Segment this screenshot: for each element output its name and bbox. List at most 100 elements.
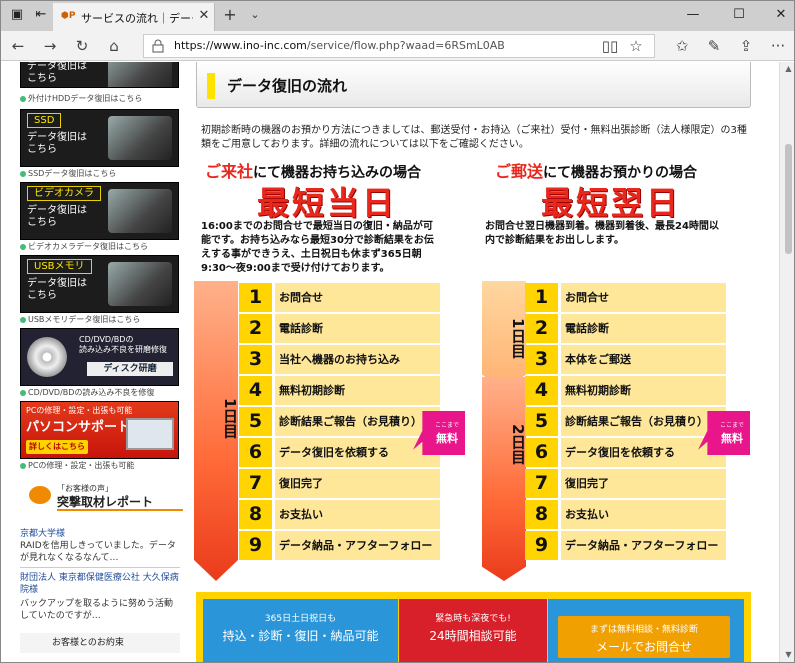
left-big: 最短当日 [257,184,398,222]
step-number: 7 [525,469,558,498]
back-icon[interactable]: ← [7,36,29,56]
caption-ssd[interactable]: SSDデータ復旧はこちら [20,168,116,179]
scroll-down-icon[interactable]: ▼ [783,650,794,659]
free-badge-big: 無料 [721,432,743,445]
step-label: 本体をご郵送 [561,345,726,374]
contact-mail-main: メールでお問合せ [595,640,692,654]
hdd-image [108,62,172,87]
free-badge-small: ここまで [719,422,744,429]
tab-bar: ▣ ⇤ ⬢P サービスの流れ｜データ復旧 ✕ + ⌄ — ☐ ✕ [1,1,794,31]
step-label: 復旧完了 [275,469,440,498]
caption-usb[interactable]: USBメモリデータ復旧はこちら [20,314,140,325]
right-desc: お問合せ翌日機器到着。機器到着後、最長24時間以内で診断結果をお出しします。 [485,221,719,246]
more-menu-icon[interactable]: ··· [767,36,789,56]
banner-disc-polish[interactable]: CD/DVD/BDの 読み込み不良を研磨修復 ディスク研磨 [20,328,179,386]
step-number: 9 [525,531,558,560]
contact-box-mail[interactable]: まずは無料相談・無料診断 メールでお問合せ [548,599,744,662]
banner-ssd[interactable]: SSD データ復旧は こちら [20,109,179,167]
contact-phone-top: 緊急時も深夜でも! [435,614,511,624]
step-label: 無料初期診断 [561,376,726,405]
new-tab-icon[interactable]: + [221,6,239,24]
step-label: データ復旧を依頼する [275,438,440,467]
url-text: https://www.ino-inc.com/service/flow.php… [174,39,505,52]
section-title: データ復旧の流れ [227,77,348,95]
free-badge-small: ここまで [434,422,459,429]
step-number: 5 [525,407,558,436]
contact-mail-top: まずは無料相談・無料診断 [589,625,698,635]
scrollbar-thumb[interactable] [785,144,792,254]
forward-icon[interactable]: → [39,36,61,56]
minimize-icon[interactable]: — [681,5,705,25]
share-icon[interactable]: ⇪ [735,36,757,56]
reading-view-icon[interactable]: ▯▯ [599,36,621,56]
disc-icon [27,337,67,377]
left-day-label: 1日目 [221,397,239,439]
report-1-name[interactable]: 京都大学様 [20,528,180,540]
maximize-icon[interactable]: ☐ [727,5,751,25]
free-badge-big: 無料 [436,432,458,445]
web-note-icon[interactable]: ✎ [703,36,725,56]
report-underline [57,509,183,511]
banner-usb[interactable]: USBメモリ データ復旧は こちら [20,255,179,313]
browser-window: ▣ ⇤ ⬢P サービスの流れ｜データ復旧 ✕ + ⌄ — ☐ ✕ ← → ↻ ⌂… [0,0,795,663]
banner-pc-title: パソコンサポート [26,420,131,435]
banner-hdd[interactable]: データ復旧は こちら [20,62,179,88]
title-accent-bar [207,73,215,99]
page-viewport: データ復旧は こちら 外付けHDDデータ復旧はこちら SSD データ復旧は こち… [1,62,779,662]
caption-hdd[interactable]: 外付けHDDデータ復旧はこちら [20,93,142,104]
step-label: お問合せ [561,283,726,312]
contact-visit-main: 持込・診断・復旧・納品可能 [222,629,379,643]
step-label: 当社へ機器のお持ち込み [275,345,440,374]
home-icon[interactable]: ⌂ [103,36,125,56]
tab-active[interactable]: ⬢P サービスの流れ｜データ復旧 ✕ [53,3,215,31]
promise-heading: お客様とのお約束 [20,633,180,653]
step-label: 電話診断 [275,314,440,343]
tab-close-icon[interactable]: ✕ [197,8,211,24]
laptop-image [126,418,174,450]
step-number: 8 [525,500,558,529]
right-day2-arrow [482,377,526,581]
caption-pc[interactable]: PCの修理・設定・出張も可能 [20,460,134,471]
mail-contact-button[interactable]: まずは無料相談・無料診断 メールでお問合せ [558,616,730,658]
banner-pc-small: PCの修理・設定・出張も可能 [26,406,133,415]
favorite-star-icon[interactable]: ☆ [625,36,647,56]
contact-box-visit[interactable]: 365日土日祝日も 持込・診断・復旧・納品可能 [203,599,398,662]
right-big: 最短翌日 [541,184,682,222]
banner-videocamera[interactable]: ビデオカメラ データ復旧は こちら [20,182,179,240]
banner-videocamera-sub: データ復旧は こちら [27,205,87,228]
left-desc: 16:00までのお問合せで最短当日の復旧・納品が可能です。お持ち込みなら最短30… [201,221,434,274]
favorites-hub-icon[interactable]: ✩ [671,36,693,56]
step-number: 6 [525,438,558,467]
step-number: 4 [239,376,272,405]
scroll-up-icon[interactable]: ▲ [783,64,794,73]
tab-preview-chevron-icon[interactable]: ⌄ [247,7,263,23]
step-label: お支払い [561,500,726,529]
right-heading-red: ご郵送 [495,162,544,181]
banner-ssd-header: SSD [27,113,62,128]
step-label: データ納品・アフターフォロー [561,531,726,560]
step-label: 診断結果ご報告（お見積り） [275,407,440,436]
report-2-text: バックアップを取るように努めう活動していたのですが… [20,599,174,621]
banner-pc-button: 詳しくはこちら [26,440,88,454]
contact-phone-main: 24時間相談可能 [429,629,517,643]
banner-usb-header: USBメモリ [27,259,92,274]
step-label: お支払い [275,500,440,529]
set-aside-tabs-icon[interactable]: ⇤ [33,7,49,23]
refresh-icon[interactable]: ↻ [71,36,93,56]
right-day1-label: 1日目 [509,317,527,359]
banner-hdd-sub: データ復旧は こちら [27,62,87,84]
caption-videocamera[interactable]: ビデオカメラデータ復旧はこちら [20,241,148,252]
step-label: 診断結果ご報告（お見積り） [561,407,726,436]
vertical-scrollbar[interactable]: ▲ ▼ [779,62,794,662]
banner-videocamera-header: ビデオカメラ [27,186,101,201]
report-2-name[interactable]: 財団法人 東京都保健医療公社 大久保病院様 [20,572,180,596]
report-title: 突撃取材レポート [57,495,154,509]
caption-disc[interactable]: CD/DVD/BDの読み込み不良を修復 [20,387,154,398]
tab-manager-icon[interactable]: ▣ [9,7,25,23]
contact-box-phone[interactable]: 緊急時も深夜でも! 24時間相談可能 [399,599,547,662]
address-bar[interactable]: https://www.ino-inc.com/service/flow.php… [143,34,655,58]
divider [20,567,180,568]
step-number: 4 [525,376,558,405]
banner-pc-support[interactable]: PCの修理・設定・出張も可能 パソコンサポート 詳しくはこちら [20,401,179,459]
close-window-icon[interactable]: ✕ [769,5,793,25]
